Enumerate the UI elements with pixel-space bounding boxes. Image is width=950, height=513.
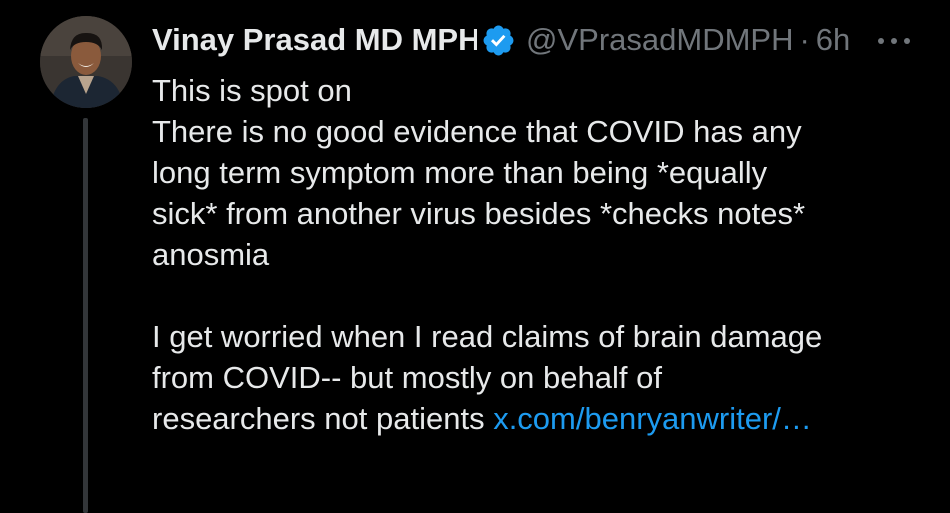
more-dots-icon[interactable] xyxy=(874,26,914,56)
tweet-text: This is spot on There is no good evidenc… xyxy=(152,70,932,439)
tweet-line: I get worried when I read claims of brai… xyxy=(152,319,823,354)
tweet-line: anosmia xyxy=(152,237,270,272)
timestamp[interactable]: 6h xyxy=(816,18,850,62)
verified-badge-icon[interactable] xyxy=(481,23,516,58)
tweet[interactable]: Vinay Prasad MD MPH @VPrasadMDMPH · 6h T… xyxy=(0,0,950,513)
tweet-line: There is no good evidence that COVID has… xyxy=(152,114,802,149)
avatar-image xyxy=(40,16,132,108)
thread-line xyxy=(83,118,88,513)
tweet-link[interactable]: x.com/benryanwriter/… xyxy=(493,401,812,436)
tweet-line: long term symptom more than being *equal… xyxy=(152,155,768,190)
tweet-line-text: researchers not patients xyxy=(152,401,494,436)
display-name[interactable]: Vinay Prasad MD MPH xyxy=(152,18,477,62)
tweet-line-last: researchers not patients x.com/benryanwr… xyxy=(152,398,932,439)
header-separator: · xyxy=(799,22,810,57)
avatar[interactable] xyxy=(40,16,132,108)
tweet-header: Vinay Prasad MD MPH @VPrasadMDMPH · 6h xyxy=(152,18,850,62)
tweet-line: from COVID-- but mostly on behalf of xyxy=(152,360,662,395)
handle[interactable]: @VPrasadMDMPH xyxy=(526,18,793,62)
tweet-line: This is spot on xyxy=(152,73,352,108)
tweet-line: sick* from another virus besides *checks… xyxy=(152,196,806,231)
